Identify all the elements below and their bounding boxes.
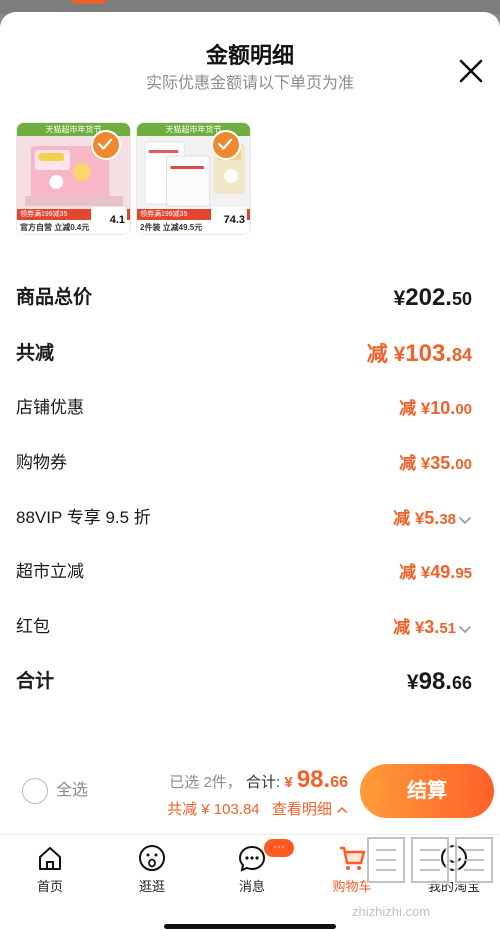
store-discount-value: 减 ¥10.00 — [399, 398, 472, 418]
sheet-subtitle: 实际优惠金额请以下单页为准 — [145, 75, 354, 92]
store-discount-row: 店铺优惠 减 ¥10.00 — [16, 392, 472, 424]
select-all-radio[interactable] — [22, 778, 48, 804]
red-packet-row[interactable]: 红包 减 ¥3.51 — [16, 611, 472, 643]
home-indicator — [164, 924, 336, 929]
messages-badge: ··· — [264, 839, 294, 857]
product-price: 4.1 — [109, 214, 125, 226]
row-label: 超市立减 — [16, 562, 84, 581]
checkout-button[interactable]: 结算 — [360, 764, 494, 818]
home-icon — [39, 847, 61, 870]
tab-browse[interactable]: 逛逛 — [112, 843, 192, 895]
browse-face-icon — [139, 845, 165, 871]
watermark-text: zhizhizhi.com — [352, 904, 431, 919]
row-label: 商品总价 — [16, 287, 93, 308]
check-icon — [97, 138, 113, 150]
total-reduce-row: 共减 减 ¥103.84 — [16, 338, 472, 370]
reduce-text: 共减 ¥ 103.84 — [167, 801, 260, 818]
selected-summary: 已选 2件， 合计: ¥ 98.66 — [169, 766, 348, 794]
product-price: 74.3 — [223, 214, 245, 226]
product-thumbnail[interactable]: 天猫超市年货节 领券满199减35 官方自营 立减0.4元 4.1 — [16, 122, 131, 235]
grand-total-value: ¥98.66 — [406, 668, 472, 695]
tab-home[interactable]: 首页 — [10, 843, 90, 895]
row-label: 共减 — [16, 343, 55, 364]
selected-count: 已选 2件， — [169, 774, 242, 791]
select-all-label[interactable]: 全选 — [56, 778, 88, 804]
close-icon[interactable] — [456, 56, 486, 86]
sheet-title: 金额明细 — [205, 43, 294, 68]
coupon-value: 减 ¥35.00 — [399, 453, 472, 473]
row-label: 88VIP 专享 9.5 折 — [16, 508, 151, 527]
coupon-row: 购物券 减 ¥35.00 — [16, 447, 472, 479]
total-amount: ¥ 98.66 — [284, 766, 348, 793]
row-label: 购物券 — [16, 453, 67, 472]
total-reduce-value: 减 ¥103.84 — [366, 340, 472, 367]
row-label: 合计 — [16, 671, 55, 692]
price-tag: 74.3 — [211, 207, 247, 233]
tab-label: 消息 — [238, 879, 265, 894]
market-discount-row: 超市立减 减 ¥49.95 — [16, 556, 472, 588]
grand-total-row: 合计 ¥98.66 — [16, 666, 472, 698]
vip-value: 减 ¥5.38 — [393, 502, 472, 536]
selected-check-badge[interactable] — [91, 130, 121, 160]
subtotal-value: ¥202.50 — [393, 284, 472, 311]
watermark-logo — [365, 835, 495, 885]
row-label: 店铺优惠 — [16, 398, 84, 417]
chevron-down-icon[interactable] — [458, 513, 472, 527]
check-icon — [217, 138, 233, 150]
tab-label: 逛逛 — [138, 879, 165, 894]
red-packet-value: 减 ¥3.51 — [393, 611, 472, 645]
chevron-down-icon[interactable] — [458, 622, 472, 636]
vip-row[interactable]: 88VIP 专享 9.5 折 减 ¥5.38 — [16, 502, 472, 534]
reduce-summary[interactable]: 共减 ¥ 103.84 查看明细 — [167, 798, 348, 819]
total-label: 合计: — [245, 774, 281, 791]
amount-detail-sheet: 金额明细 实际优惠金额请以下单页为准 天猫超市年货节 领券满199减35 官方自… — [0, 12, 500, 930]
product-thumbnail[interactable]: 天猫超市年货节 领券满199减35 2件装 立减49.5元 74.3 — [136, 122, 251, 235]
market-discount-value: 减 ¥49.95 — [399, 562, 472, 582]
message-bubble-icon — [238, 845, 266, 872]
chevron-up-icon[interactable] — [336, 804, 348, 816]
tab-label: 首页 — [36, 879, 63, 894]
checkout-bar: 全选 已选 2件， 合计: ¥ 98.66 共减 ¥ 103.84 查看明细 结… — [0, 756, 500, 834]
price-tag: 4.1 — [91, 207, 127, 233]
row-label: 红包 — [16, 617, 50, 636]
selected-check-badge[interactable] — [211, 130, 241, 160]
subtotal-row: 商品总价 ¥202.50 — [16, 282, 472, 314]
view-detail-link[interactable]: 查看明细 — [272, 801, 332, 818]
status-mark — [72, 0, 106, 4]
